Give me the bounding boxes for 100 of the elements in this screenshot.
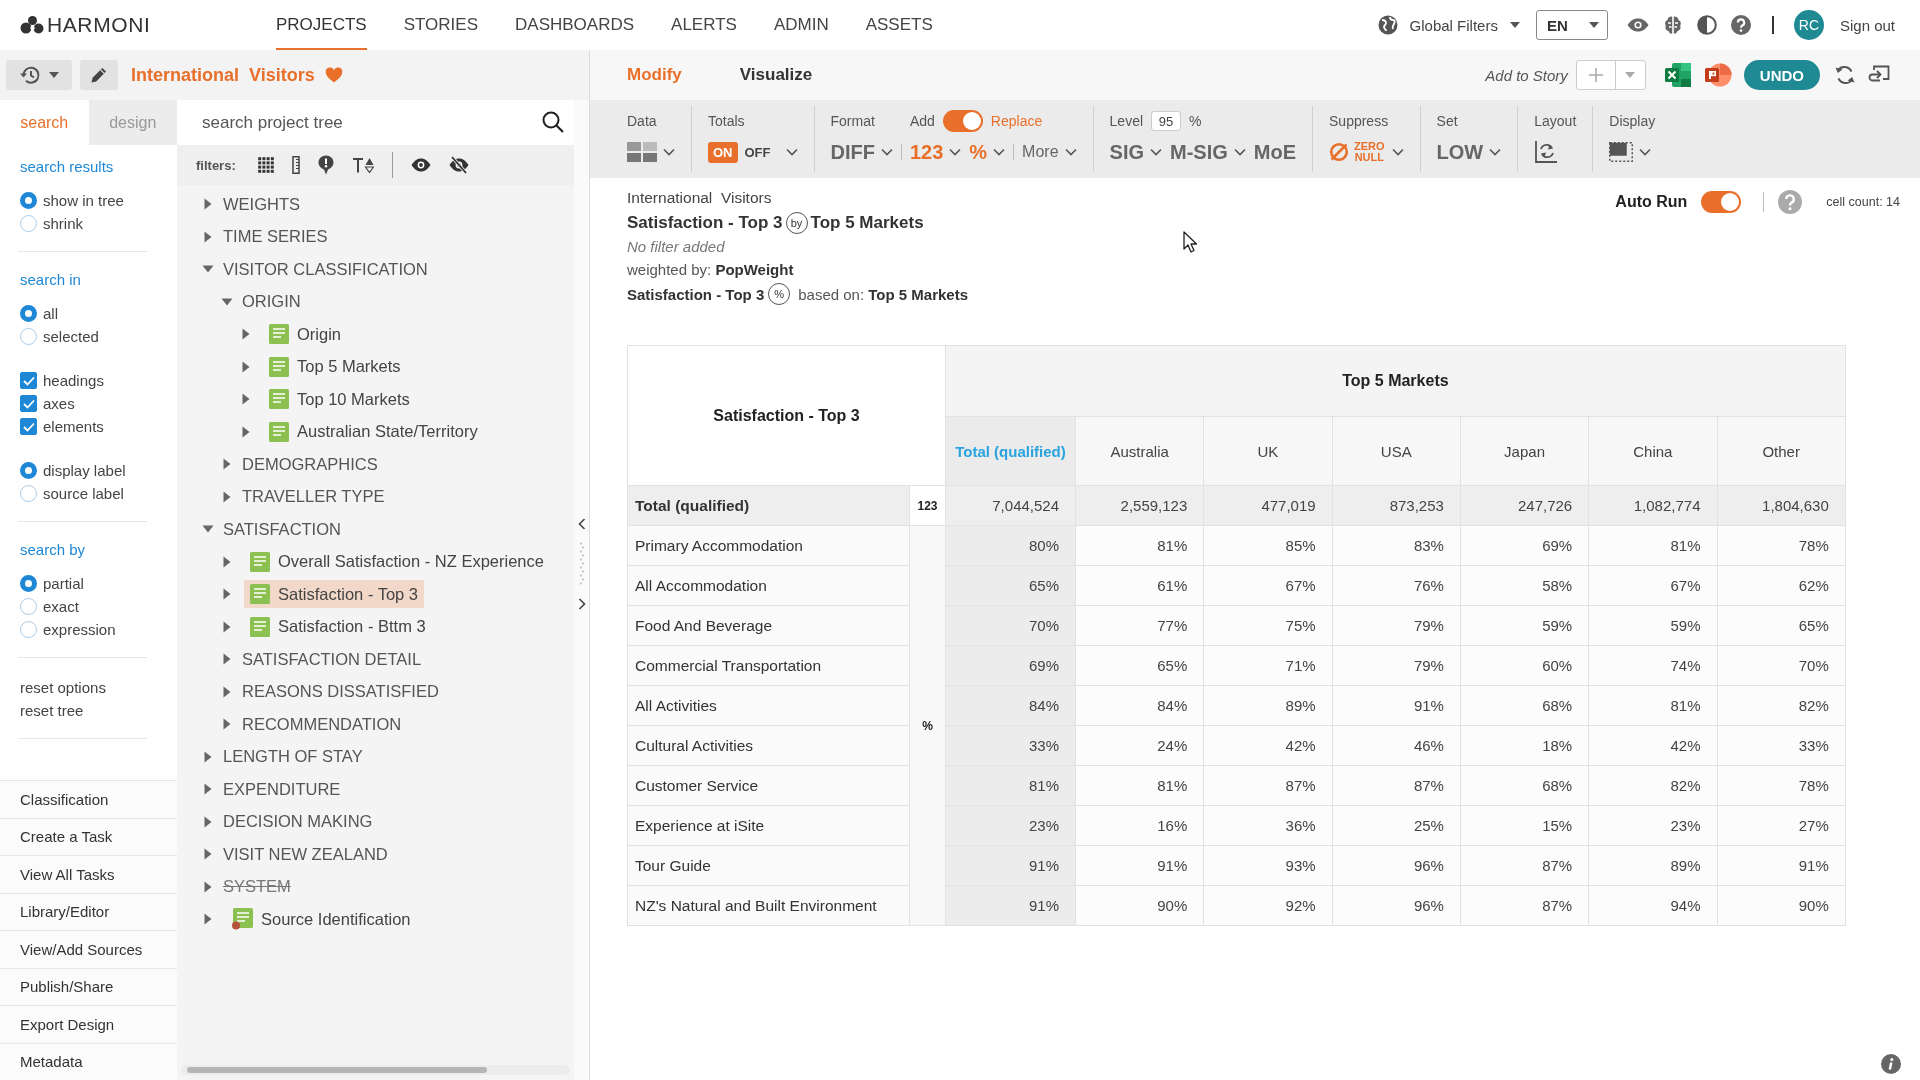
tree-item[interactable]: WEIGHTS: [223, 190, 300, 219]
tree-item[interactable]: TIME SERIES: [223, 222, 328, 251]
info-icon[interactable]: [1881, 1054, 1901, 1074]
radio-button[interactable]: [20, 305, 37, 322]
eye-icon[interactable]: [410, 158, 431, 172]
caret-right-icon[interactable]: [204, 198, 212, 211]
radio-option[interactable]: exact: [20, 595, 147, 618]
side-nav-item[interactable]: Export Design: [0, 1005, 177, 1043]
caret-right-icon[interactable]: [204, 230, 212, 243]
tree-item[interactable]: REASONS DISSATISFIED: [242, 677, 439, 706]
tree-item[interactable]: ORIGIN: [242, 287, 301, 316]
history-button[interactable]: [6, 60, 72, 90]
checkbox-option[interactable]: headings: [20, 369, 147, 392]
set-dropdown[interactable]: LOW: [1436, 140, 1502, 164]
tree-item[interactable]: SATISFACTION: [223, 515, 341, 544]
column-header[interactable]: Australia: [1075, 416, 1204, 486]
caret-right-icon[interactable]: [242, 360, 250, 373]
radio-option[interactable]: expression: [20, 618, 147, 641]
radio-option[interactable]: all: [20, 302, 147, 325]
nav-tab[interactable]: DASHBOARDS: [515, 0, 635, 50]
grid-icon[interactable]: [257, 157, 274, 173]
tree-item[interactable]: DECISION MAKING: [223, 807, 373, 836]
radio-button[interactable]: [20, 621, 37, 638]
caret-down-icon[interactable]: [221, 297, 233, 306]
eye-icon[interactable]: [1626, 18, 1649, 32]
tree-item[interactable]: Source Identification: [225, 905, 417, 934]
search-field[interactable]: search project tree: [177, 100, 574, 145]
radio-option[interactable]: show in tree: [20, 189, 147, 212]
nav-tab[interactable]: STORIES: [403, 0, 478, 50]
undo-button[interactable]: UNDO: [1743, 60, 1820, 90]
chevron-left-icon[interactable]: [577, 518, 586, 530]
reset-link[interactable]: reset tree: [20, 699, 147, 722]
column-header[interactable]: USA: [1332, 416, 1461, 486]
side-nav-item[interactable]: Library/Editor: [0, 892, 177, 930]
toggle-switch[interactable]: [1701, 191, 1742, 213]
tree-item[interactable]: SYSTEM: [223, 872, 291, 901]
radio-button[interactable]: [20, 215, 37, 232]
scrollbar[interactable]: [181, 1065, 570, 1075]
caret-down-icon[interactable]: [202, 525, 214, 534]
caret-right-icon[interactable]: [223, 685, 231, 698]
chevron-right-icon[interactable]: [577, 598, 586, 610]
caret-right-icon[interactable]: [242, 393, 250, 406]
brain-icon[interactable]: [1662, 15, 1683, 35]
caret-right-icon[interactable]: [223, 588, 231, 601]
caret-right-icon[interactable]: [204, 783, 212, 796]
side-nav-item[interactable]: Classification: [0, 780, 177, 818]
checkbox[interactable]: [20, 418, 37, 435]
tree-item[interactable]: Australian State/Territory: [263, 417, 484, 446]
tree-item[interactable]: TRAVELLER TYPE: [242, 482, 385, 511]
level-field[interactable]: 95: [1151, 111, 1182, 131]
tree-item[interactable]: Origin: [263, 320, 347, 349]
test-option[interactable]: M-SIG: [1170, 140, 1246, 164]
caret-right-icon[interactable]: [223, 458, 231, 471]
column-header[interactable]: Other: [1717, 416, 1846, 486]
side-nav-item[interactable]: Publish/Share: [0, 967, 177, 1005]
language-select[interactable]: EN: [1535, 10, 1608, 40]
caret-right-icon[interactable]: [204, 750, 212, 763]
text-sort-icon[interactable]: [351, 157, 374, 173]
more-dropdown[interactable]: More: [1022, 143, 1077, 161]
radio-button[interactable]: [20, 575, 37, 592]
data-dropdown[interactable]: [627, 142, 675, 162]
caret-down-icon[interactable]: [202, 265, 214, 274]
display-dropdown[interactable]: [1609, 142, 1652, 162]
tree-item[interactable]: Top 10 Markets: [263, 385, 416, 414]
test-option[interactable]: SIG: [1109, 140, 1162, 164]
side-nav-item[interactable]: Metadata: [0, 1042, 177, 1080]
ruler-icon[interactable]: [291, 156, 300, 174]
nav-tab[interactable]: ASSETS: [865, 0, 933, 50]
user-avatar[interactable]: RC: [1793, 10, 1824, 40]
side-nav-item[interactable]: View/Add Sources: [0, 930, 177, 968]
edit-button[interactable]: [80, 60, 118, 90]
tree-item[interactable]: DEMOGRAPHICS: [242, 450, 378, 479]
test-option[interactable]: MoE: [1253, 140, 1296, 164]
caret-right-icon[interactable]: [204, 848, 212, 861]
radio-button[interactable]: [20, 328, 37, 345]
toggle-switch[interactable]: [942, 110, 983, 132]
presentation-icon[interactable]: [1703, 62, 1732, 88]
heart-icon[interactable]: [324, 67, 343, 83]
layout-button[interactable]: [1534, 140, 1559, 164]
column-header[interactable]: Japan: [1460, 416, 1589, 486]
caret-right-icon[interactable]: [223, 653, 231, 666]
grip-icon[interactable]: [579, 542, 584, 586]
tree-item[interactable]: VISITOR CLASSIFICATION: [223, 255, 428, 284]
checkbox[interactable]: [20, 372, 37, 389]
tree-item[interactable]: Satisfaction - Top 3: [244, 580, 425, 609]
global-filters-button[interactable]: Global Filters: [1377, 15, 1520, 35]
pin-icon[interactable]: [317, 155, 334, 175]
radio-option[interactable]: display label: [20, 459, 147, 482]
help-icon[interactable]: [1730, 15, 1751, 35]
caret-right-icon[interactable]: [204, 880, 212, 893]
nav-tab[interactable]: ALERTS: [671, 0, 737, 50]
radio-button[interactable]: [20, 192, 37, 209]
checkbox-option[interactable]: axes: [20, 392, 147, 415]
column-header[interactable]: China: [1588, 416, 1717, 486]
search-icon[interactable]: [542, 111, 564, 133]
spreadsheet-icon[interactable]: [1663, 62, 1692, 88]
caret-right-icon[interactable]: [223, 718, 231, 731]
tree-item[interactable]: Top 5 Markets: [263, 352, 407, 381]
radio-button[interactable]: [20, 598, 37, 615]
tree-item[interactable]: Satisfaction - Bttm 3: [244, 612, 432, 641]
